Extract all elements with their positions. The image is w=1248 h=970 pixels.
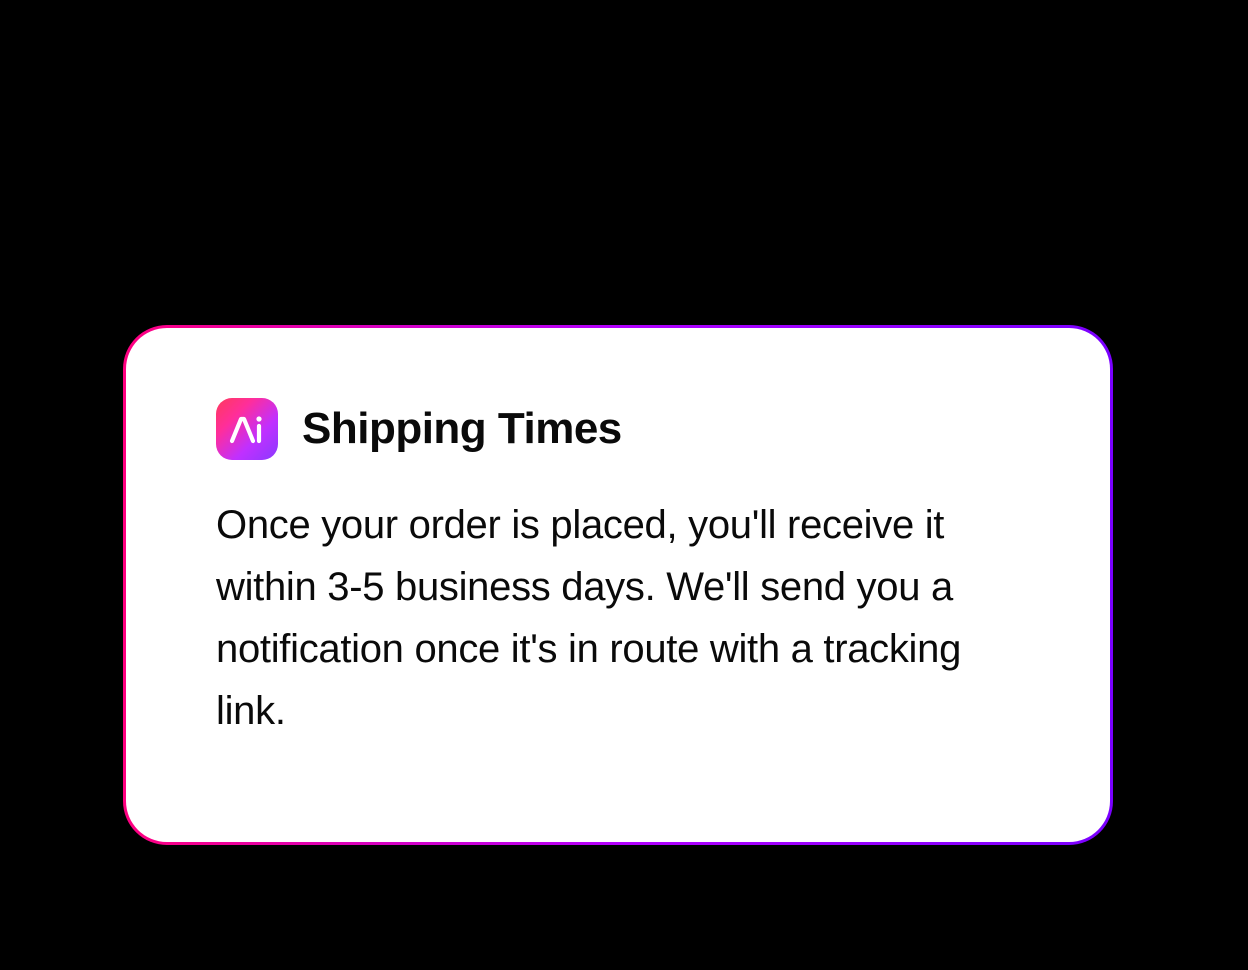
shipping-info-card: Shipping Times Once your order is placed…	[123, 325, 1113, 845]
card-body: Once your order is placed, you'll receiv…	[216, 494, 1020, 742]
ai-app-icon	[216, 398, 278, 460]
card-title: Shipping Times	[302, 404, 622, 454]
card-header: Shipping Times	[216, 398, 1020, 460]
